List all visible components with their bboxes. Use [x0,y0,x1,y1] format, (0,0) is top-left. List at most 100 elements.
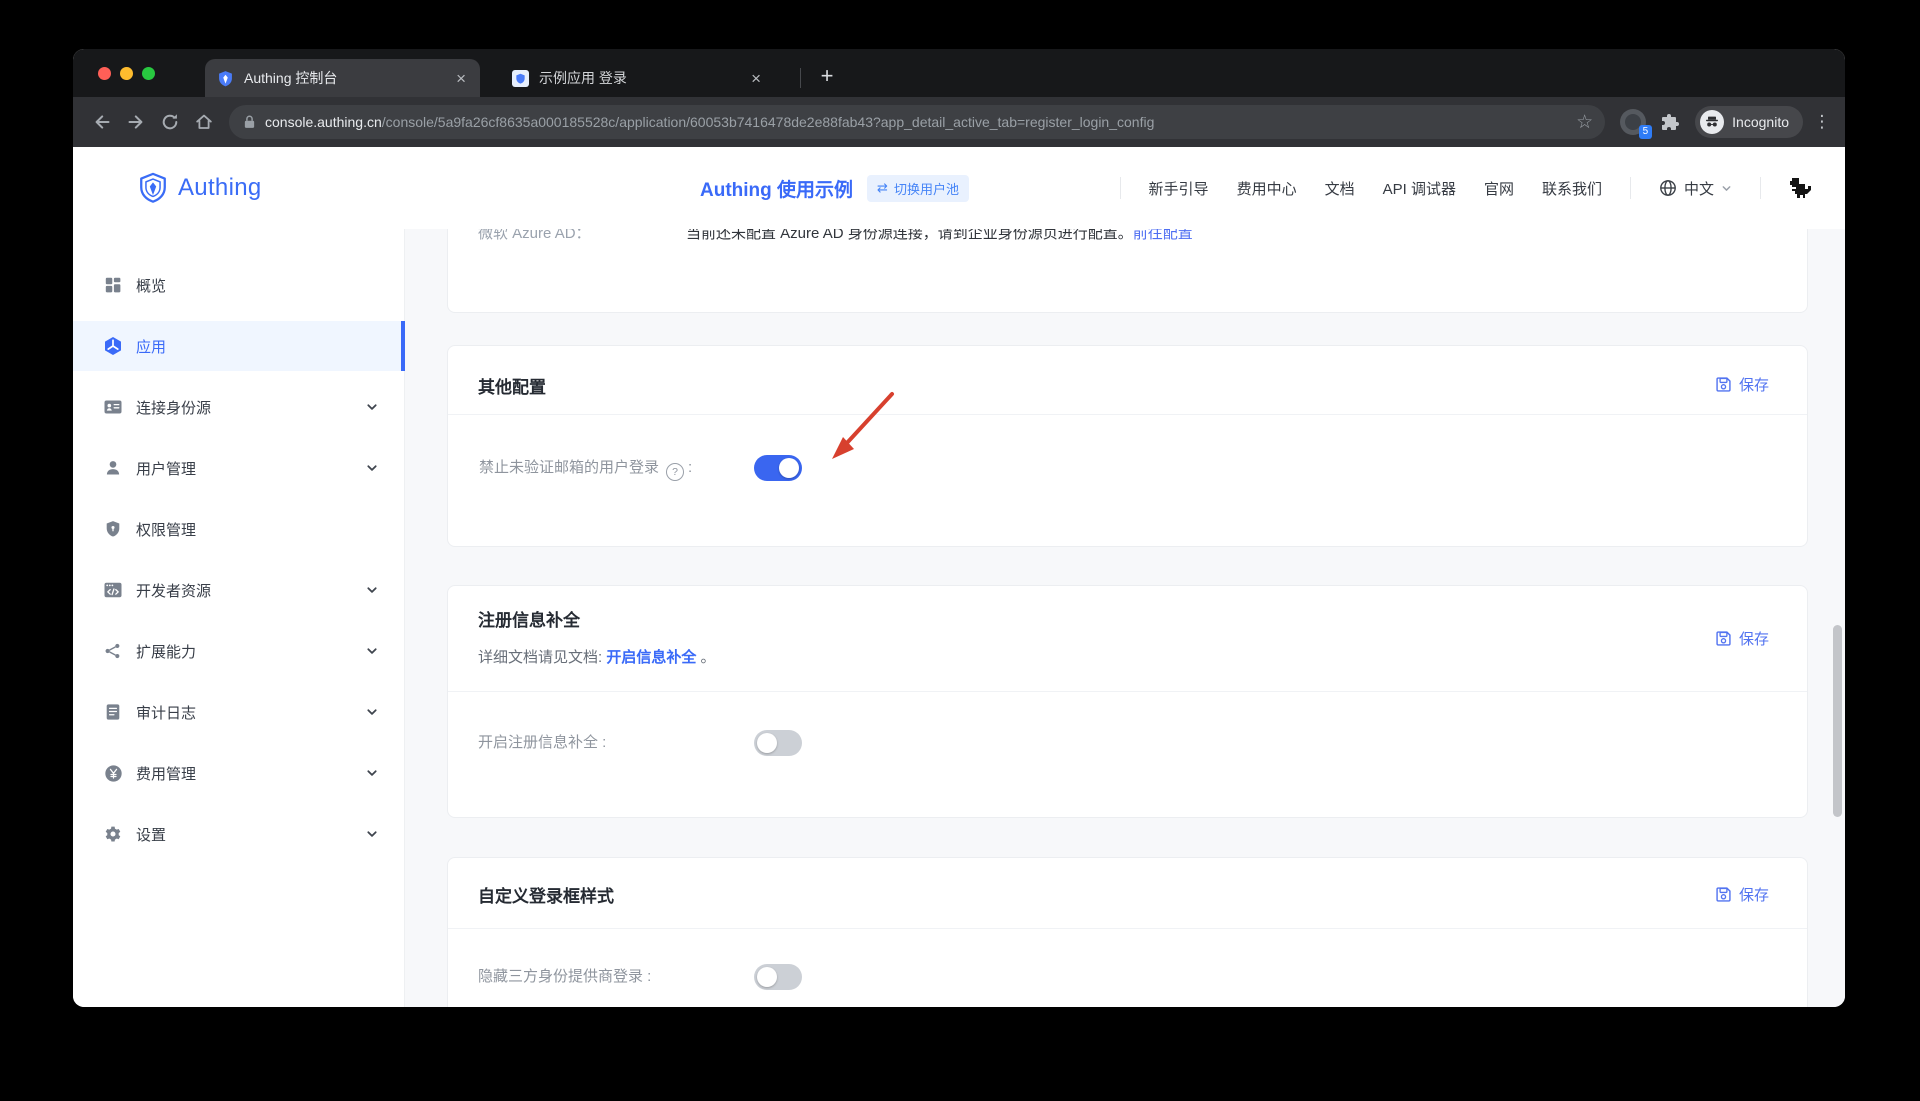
info-completion-doc-link[interactable]: 开启信息补全 [606,649,696,666]
home-icon [194,112,214,132]
sidebar-item-permissions[interactable]: 权限管理 [73,504,404,554]
save-button[interactable]: 保存 [1715,884,1769,905]
forward-button[interactable] [119,105,153,139]
toggle-row-label: 开启注册信息补全 : [478,733,606,753]
sidebar-item-label: 连接身份源 [136,397,366,418]
switch-pool-button[interactable]: ⇄ 切换用户池 [867,175,969,202]
tab-separator [800,68,801,88]
sidebar-item-user-management[interactable]: 用户管理 [73,443,404,493]
browser-menu-icon[interactable]: ⋮ [1811,112,1833,132]
main-content: 微软 Azure AD： 当前还未配置 Azure AD 身份源连接，请到企业身… [405,229,1845,1007]
go-configure-link[interactable]: 前往配置 [1133,229,1193,242]
user-icon [103,458,123,478]
dino-avatar-icon[interactable] [1789,176,1813,200]
toggle-row-label: 隐藏三方身份提供商登录 : [478,967,651,987]
toggle-row-label: 禁止未验证邮箱的用户登录?: [479,458,692,481]
header-nav: 新手引导 费用中心 文档 API 调试器 官网 联系我们 中文 [1120,147,1813,229]
disable-unverified-email-toggle[interactable] [754,455,802,481]
home-button[interactable] [187,105,221,139]
other-config-card: 其他配置 保存 禁止未验证邮箱的用户登录?: [447,345,1808,547]
document-icon [103,702,123,722]
row-colon: : [688,459,692,476]
page-body: 概览 应用 连接身份源 用户管理 权限管理 [73,229,1845,1007]
save-button[interactable]: 保存 [1715,628,1769,649]
nav-divider [1120,177,1121,199]
sidebar-item-label: 权限管理 [136,519,378,540]
lock-icon [243,114,256,130]
back-button[interactable] [85,105,119,139]
save-button[interactable]: 保存 [1715,374,1769,395]
description-prefix: 详细文档请见文档: [478,649,606,666]
section-title: 注册信息补全 [478,606,580,631]
nav-billing-center[interactable]: 费用中心 [1237,178,1297,199]
divider [448,414,1807,415]
chevron-down-icon [366,584,378,596]
azure-ad-label: 微软 Azure AD： [478,229,591,244]
scrollbar-thumb[interactable] [1833,625,1842,817]
save-floppy-icon [1715,630,1732,647]
tab-authing-console[interactable]: Authing 控制台 × [205,59,480,97]
incognito-indicator[interactable]: Incognito [1695,106,1803,138]
tab-strip: Authing 控制台 × 示例应用 登录 × + [73,49,1845,97]
nav-docs[interactable]: 文档 [1325,178,1355,199]
sidebar-item-applications[interactable]: 应用 [73,321,404,371]
tab-title: 示例应用 登录 [539,68,745,88]
hide-social-login-toggle[interactable] [754,964,802,990]
incognito-spy-icon [1700,110,1724,134]
url-path: /console/5a9fa26cf8635a000185528c/applic… [382,114,1155,130]
nav-api-debugger[interactable]: API 调试器 [1383,178,1456,199]
close-tab-icon[interactable]: × [450,68,472,89]
extensions-button[interactable] [1653,105,1687,139]
switch-pool-label: 切换用户池 [894,179,959,198]
enable-registration-completion-toggle[interactable] [754,730,802,756]
incognito-label: Incognito [1732,114,1789,130]
description-suffix: 。 [696,649,715,666]
save-floppy-icon [1715,376,1732,393]
authing-logo[interactable]: Authing [137,147,262,229]
section-title: 其他配置 [478,373,546,398]
tab-sample-app-login[interactable]: 示例应用 登录 × [500,59,775,97]
custom-login-style-card: 自定义登录框样式 保存 隐藏三方身份提供商登录 : [447,857,1808,1007]
reload-button[interactable] [153,105,187,139]
extension-badge: 5 [1639,125,1653,139]
row-label-text: 禁止未验证邮箱的用户登录 [479,459,659,476]
sidebar-item-label: 费用管理 [136,763,366,784]
nav-guide[interactable]: 新手引导 [1149,178,1209,199]
sidebar-item-extensions[interactable]: 扩展能力 [73,626,404,676]
sidebar-item-overview[interactable]: 概览 [73,260,404,310]
help-icon[interactable]: ? [666,463,684,481]
grid-icon [103,275,123,295]
tab-title: Authing 控制台 [244,68,450,88]
switch-arrows-icon: ⇄ [877,180,888,196]
sidebar-item-audit-logs[interactable]: 审计日志 [73,687,404,737]
section-title: 自定义登录框样式 [478,882,614,907]
sidebar-item-identity-sources[interactable]: 连接身份源 [73,382,404,432]
language-selector[interactable]: 中文 [1659,178,1732,199]
browser-toolbar: console.authing.cn/console/5a9fa26cf8635… [73,97,1845,147]
sidebar-item-label: 开发者资源 [136,580,366,601]
section-description: 详细文档请见文档: 开启信息补全 。 [478,646,716,667]
sidebar-item-label: 应用 [136,336,378,357]
new-tab-button[interactable]: + [811,60,843,92]
zoom-window-button[interactable] [142,67,155,80]
nav-website[interactable]: 官网 [1484,178,1514,199]
save-label: 保存 [1739,374,1769,395]
close-tab-icon[interactable]: × [745,68,767,89]
sidebar-item-settings[interactable]: 设置 [73,809,404,859]
sidebar-item-developer-resources[interactable]: 开发者资源 [73,565,404,615]
url-bar[interactable]: console.authing.cn/console/5a9fa26cf8635… [229,105,1605,139]
sidebar-item-billing[interactable]: 费用管理 [73,748,404,798]
code-window-icon [103,580,123,600]
close-window-button[interactable] [98,67,111,80]
nav-contact-us[interactable]: 联系我们 [1542,178,1602,199]
chevron-down-icon [366,706,378,718]
minimize-window-button[interactable] [120,67,133,80]
extension-avatar-icon[interactable]: 5 [1620,109,1646,135]
divider [448,928,1807,929]
language-label: 中文 [1684,178,1714,199]
bookmark-star-icon[interactable]: ☆ [1576,111,1593,134]
azure-ad-hint: 当前还未配置 Azure AD 身份源连接，请到企业身份源页进行配置。前往配置 [686,229,1193,244]
yuan-coin-icon [103,763,123,783]
url-text: console.authing.cn/console/5a9fa26cf8635… [265,114,1568,130]
chevron-down-icon [366,645,378,657]
